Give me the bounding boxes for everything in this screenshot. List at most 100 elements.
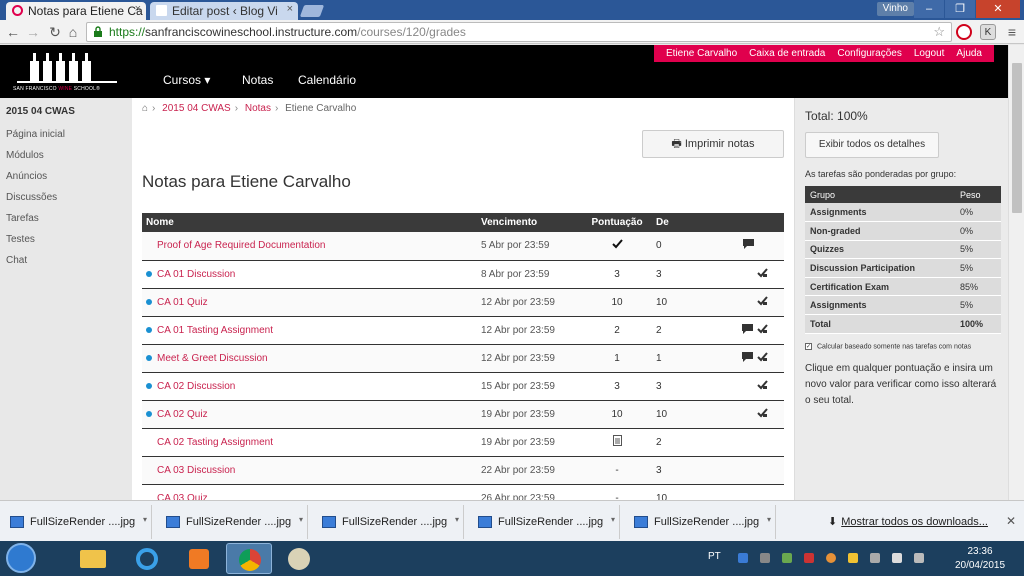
download-item[interactable]: FullSizeRender ....jpg ▾ <box>312 505 464 539</box>
assignment-link[interactable]: CA 03 Discussion <box>157 465 235 476</box>
sidebar-item-assignments[interactable]: Tarefas <box>6 213 39 224</box>
media-player-icon[interactable] <box>176 543 222 574</box>
calc-graded-only-checkbox[interactable]: ✓ Calcular baseado somente nas tarefas co… <box>805 343 971 350</box>
sidebar-item-quizzes[interactable]: Testes <box>6 234 35 245</box>
col-due[interactable]: Vencimento <box>477 213 582 232</box>
assignment-link[interactable]: Meet & Greet Discussion <box>157 353 268 364</box>
chrome-tray-icon[interactable] <box>826 553 836 563</box>
help-link[interactable]: Ajuda <box>956 48 982 59</box>
rubric-icon[interactable] <box>757 351 768 365</box>
rubric-icon[interactable] <box>757 323 768 337</box>
assignment-link[interactable]: Proof of Age Required Documentation <box>157 240 325 251</box>
scrollbar-thumb[interactable] <box>1012 63 1022 213</box>
show-all-details-button[interactable]: Exibir todos os detalhes <box>805 132 939 158</box>
paint-icon[interactable] <box>276 543 322 574</box>
chevron-down-icon[interactable]: ▾ <box>455 515 459 524</box>
score-cell[interactable]: 3 <box>582 260 652 289</box>
close-tab-icon[interactable]: × <box>135 3 141 15</box>
flag-icon[interactable] <box>804 553 814 563</box>
score-cell[interactable]: 1 <box>582 344 652 373</box>
nav-notas[interactable]: Notas <box>242 73 273 87</box>
file-explorer-icon[interactable] <box>70 543 116 574</box>
col-score[interactable]: Pontuação <box>582 213 652 232</box>
sidebar-item-home[interactable]: Página inicial <box>6 129 65 140</box>
comment-icon[interactable] <box>742 351 753 365</box>
close-window-button[interactable]: ✕ <box>976 0 1020 18</box>
checkbox-checked-icon[interactable]: ✓ <box>805 343 812 350</box>
sidebar-item-chat[interactable]: Chat <box>6 255 27 266</box>
submission-document-icon[interactable] <box>582 428 652 457</box>
user-name-link[interactable]: Etiene Carvalho <box>666 48 737 59</box>
score-cell[interactable]: 3 <box>582 372 652 401</box>
rubric-icon[interactable] <box>757 407 768 421</box>
col-name[interactable]: Nome <box>142 213 477 232</box>
nav-calendario[interactable]: Calendário <box>298 73 356 87</box>
new-tab-button[interactable] <box>299 5 325 17</box>
inbox-link[interactable]: Caixa de entrada <box>749 48 825 59</box>
download-item[interactable]: FullSizeRender ....jpg ▾ <box>468 505 620 539</box>
sidebar-item-discussions[interactable]: Discussões <box>6 192 57 203</box>
assignment-link[interactable]: CA 02 Tasting Assignment <box>157 437 273 448</box>
settings-link[interactable]: Configurações <box>837 48 901 59</box>
page-scrollbar[interactable] <box>1008 45 1024 500</box>
assignment-link[interactable]: CA 01 Quiz <box>157 297 208 308</box>
chevron-down-icon[interactable]: ▾ <box>143 515 147 524</box>
show-all-downloads-link[interactable]: ⬇ Mostrar todos os downloads... <box>828 515 988 528</box>
tab-notas[interactable]: Notas para Etiene Ca × <box>6 2 146 20</box>
reload-icon[interactable]: ↻ <box>46 23 64 41</box>
score-cell[interactable]: - <box>582 456 652 485</box>
k-tray-icon[interactable] <box>760 553 770 563</box>
logout-link[interactable]: Logout <box>914 48 945 59</box>
home-icon[interactable]: ⌂ <box>64 23 82 41</box>
download-item[interactable]: FullSizeRender ....jpg ▾ <box>624 505 776 539</box>
close-shelf-icon[interactable]: ✕ <box>1006 514 1016 528</box>
tray-app-icon[interactable] <box>782 553 792 563</box>
profile-badge[interactable]: Vinho <box>876 2 914 16</box>
bluetooth-icon[interactable] <box>738 553 748 563</box>
bookmark-star-icon[interactable]: ☆ <box>933 23 945 41</box>
menu-icon[interactable]: ≡ <box>1004 24 1020 40</box>
assignment-link[interactable]: CA 01 Tasting Assignment <box>157 325 273 336</box>
assignment-link[interactable]: CA 01 Discussion <box>157 269 235 280</box>
col-out-of[interactable]: De <box>652 213 720 232</box>
chrome-icon[interactable] <box>226 543 272 574</box>
volume-icon[interactable] <box>870 553 880 563</box>
address-bar[interactable]: https://sanfranciscowineschool.instructu… <box>86 22 952 42</box>
print-grades-button[interactable]: 🖶 Imprimir notas <box>642 130 784 158</box>
battery-icon[interactable] <box>914 553 924 563</box>
score-cell[interactable]: 10 <box>582 400 652 429</box>
rubric-icon[interactable] <box>757 379 768 393</box>
assignment-link[interactable]: CA 02 Discussion <box>157 381 235 392</box>
sidebar-item-modules[interactable]: Módulos <box>6 150 44 161</box>
start-button[interactable] <box>6 543 36 573</box>
sidebar-item-announcements[interactable]: Anúncios <box>6 171 47 182</box>
language-indicator[interactable]: PT <box>708 551 721 562</box>
chevron-down-icon[interactable]: ▾ <box>767 515 771 524</box>
nav-cursos[interactable]: Cursos ▾ <box>163 73 210 87</box>
chevron-down-icon[interactable]: ▾ <box>299 515 303 524</box>
tab-editar-post[interactable]: Editar post ‹ Blog Vi × <box>150 2 298 20</box>
home-icon[interactable]: ⌂ <box>142 103 148 114</box>
forward-icon[interactable]: → <box>24 23 42 41</box>
download-item[interactable]: FullSizeRender ....jpg ▾ <box>0 505 152 539</box>
maximize-button[interactable]: ❐ <box>945 0 975 18</box>
chevron-down-icon[interactable]: ▾ <box>611 515 615 524</box>
opera-extension-icon[interactable] <box>956 24 972 40</box>
download-item[interactable]: FullSizeRender ....jpg ▾ <box>156 505 308 539</box>
breadcrumb-grades[interactable]: Notas <box>245 103 271 114</box>
rubric-icon[interactable] <box>757 267 768 281</box>
score-cell[interactable]: 10 <box>582 288 652 317</box>
breadcrumb-course[interactable]: 2015 04 CWAS <box>162 103 231 114</box>
comment-icon[interactable] <box>743 239 754 252</box>
drive-icon[interactable] <box>848 553 858 563</box>
assignment-link[interactable]: CA 02 Quiz <box>157 409 208 420</box>
score-cell[interactable]: 2 <box>582 316 652 345</box>
score-complete-icon[interactable] <box>582 232 652 261</box>
back-icon[interactable]: ← <box>4 23 22 41</box>
network-icon[interactable] <box>892 553 902 563</box>
minimize-button[interactable]: – <box>914 0 944 18</box>
system-clock[interactable]: 23:36 20/04/2015 <box>950 545 1010 573</box>
comment-icon[interactable] <box>742 323 753 337</box>
k-extension-icon[interactable]: K <box>980 24 996 40</box>
internet-explorer-icon[interactable] <box>124 543 170 574</box>
